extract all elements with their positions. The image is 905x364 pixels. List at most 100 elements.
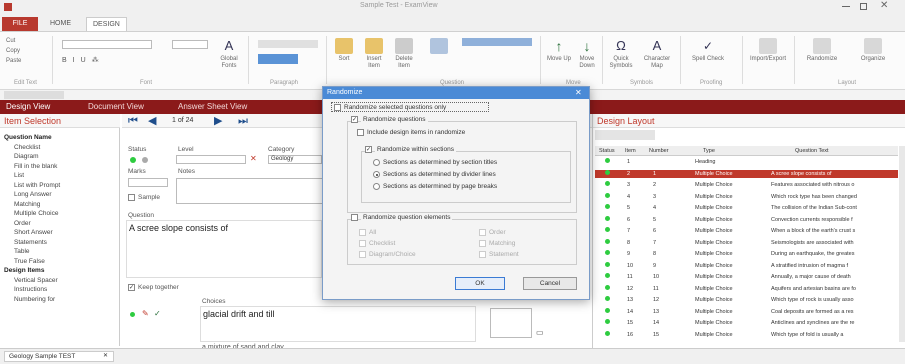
move-down-button[interactable]: ↓ Move Down — [574, 38, 600, 70]
next-item-icon[interactable]: ▶ — [214, 114, 222, 128]
marks-input[interactable] — [128, 178, 168, 187]
choice-options-icon[interactable]: ▭ — [536, 328, 544, 337]
font-size-select[interactable] — [172, 40, 208, 49]
radio-page-breaks[interactable] — [373, 183, 380, 190]
table-row[interactable]: 2 1 Multiple Choice A scree slope consists … — [595, 169, 898, 178]
last-item-icon[interactable]: ⏭ — [238, 114, 248, 128]
tree-item[interactable]: Table — [14, 248, 30, 255]
radio-section-titles[interactable] — [373, 159, 380, 166]
element-all-checkbox[interactable] — [359, 229, 366, 236]
tab-design[interactable]: DESIGN — [86, 17, 127, 31]
element-statement-checkbox[interactable] — [479, 251, 486, 258]
previous-item-icon[interactable]: ◀ — [148, 114, 156, 128]
selected-only-option[interactable]: Randomize selected questions only — [331, 102, 489, 112]
organize-button[interactable]: Organize — [850, 38, 896, 63]
paragraph-controls[interactable] — [258, 40, 318, 48]
insert-item-button[interactable]: Insert Item — [362, 38, 386, 70]
close-icon[interactable]: ✕ — [880, 0, 888, 11]
randomize-within-checkbox[interactable]: ✓ — [365, 146, 372, 153]
table-row[interactable]: 15 14 Multiple Choice Anticlines and syncli… — [595, 319, 898, 327]
tree-item[interactable]: Statements — [14, 239, 47, 246]
character-map-button[interactable]: A Character Map — [640, 38, 674, 70]
randomize-button[interactable]: Randomize — [800, 38, 844, 63]
sample-checkbox[interactable] — [128, 194, 135, 201]
spell-check-button[interactable]: ✓ Spell Check — [688, 38, 728, 63]
col-status[interactable]: Status — [599, 146, 615, 156]
new-item-button[interactable] — [462, 38, 532, 46]
choice-correct-indicator[interactable] — [130, 312, 135, 317]
table-row[interactable]: 8 7 Multiple Choice Seismologists are assoc… — [595, 238, 898, 247]
tree-item[interactable]: Matching — [14, 201, 40, 208]
tree-item[interactable]: Fill in the blank — [14, 163, 57, 170]
ok-button[interactable]: OK — [455, 277, 505, 290]
table-row[interactable]: 16 15 Multiple Choice Which type of fold is… — [595, 330, 898, 339]
table-row[interactable]: 9 8 Multiple Choice During an earthquake, t… — [595, 250, 898, 258]
tree-item[interactable]: List — [14, 172, 24, 179]
tab-file[interactable]: FILE — [2, 17, 38, 31]
table-row[interactable]: 10 9 Multiple Choice A stratified intrusion… — [595, 261, 898, 270]
choice-feedback-box[interactable] — [490, 308, 532, 338]
first-item-icon[interactable]: ⏮ — [128, 114, 138, 128]
table-row[interactable]: 7 6 Multiple Choice When a block of the ear… — [595, 227, 898, 235]
element-matching-checkbox[interactable] — [479, 240, 486, 247]
randomize-elements-checkbox[interactable] — [351, 214, 358, 221]
document-tab[interactable]: Geology Sample TEST ✕ — [4, 351, 114, 362]
dialog-close-icon[interactable]: ✕ — [575, 87, 582, 99]
tree-item[interactable]: Order — [14, 220, 31, 227]
cancel-button[interactable]: Cancel — [523, 277, 577, 290]
table-row[interactable]: 13 12 Multiple Choice Which type of rock is… — [595, 296, 898, 304]
tree-item[interactable]: List with Prompt — [14, 182, 60, 189]
keep-together-checkbox[interactable]: ✓ — [128, 284, 135, 291]
table-row[interactable]: 12 11 Multiple Choice Aquifers and artesian… — [595, 284, 898, 293]
copy-button[interactable]: Copy — [6, 48, 36, 55]
tab-document-view[interactable]: Document View — [88, 101, 144, 113]
minimize-icon[interactable] — [842, 6, 850, 7]
tree-group[interactable]: Question Name — [4, 134, 52, 141]
element-checklist-checkbox[interactable] — [359, 240, 366, 247]
table-row[interactable]: 11 10 Multiple Choice Annually, a major cau… — [595, 273, 898, 281]
element-diagram-checkbox[interactable] — [359, 251, 366, 258]
sort-button[interactable]: Sort — [332, 38, 356, 63]
choice-edit-icon[interactable]: ✎ — [142, 309, 149, 318]
import-export-button[interactable]: Import/Export — [748, 38, 788, 63]
tree-item[interactable]: Checklist — [14, 144, 40, 151]
selected-only-checkbox[interactable] — [334, 104, 341, 111]
randomize-questions-checkbox[interactable]: ✓ — [351, 116, 358, 123]
layout-toolbar[interactable] — [595, 130, 655, 140]
table-row[interactable]: 6 5 Multiple Choice Convection currents res… — [595, 215, 898, 224]
paste-button[interactable]: Paste — [6, 58, 36, 65]
move-up-button[interactable]: ↑ Move Up — [546, 38, 572, 63]
table-row[interactable]: 1 Heading — [595, 158, 898, 166]
radio-divider-lines[interactable] — [373, 171, 380, 178]
tree-item[interactable]: Vertical Spacer — [14, 277, 58, 284]
document-tab-close-icon[interactable]: ✕ — [103, 352, 108, 361]
table-row[interactable]: 14 13 Multiple Choice Coal deposits are for… — [595, 307, 898, 316]
font-family-select[interactable] — [62, 40, 152, 49]
col-type[interactable]: Type — [703, 146, 715, 156]
tree-item[interactable]: Numbering for — [14, 296, 55, 303]
question-button[interactable] — [424, 38, 454, 56]
quick-symbols-button[interactable]: Ω Quick Symbols — [606, 38, 636, 70]
layout-scrollbar[interactable] — [899, 146, 905, 342]
table-row[interactable]: 5 4 Multiple Choice The collision of the In… — [595, 204, 898, 212]
element-order-checkbox[interactable] — [479, 229, 486, 236]
tree-group[interactable]: Design Items — [4, 267, 44, 274]
col-question-text[interactable]: Question Text — [795, 146, 829, 156]
font-format-buttons[interactable]: BIU⁂ — [62, 56, 105, 64]
notes-input[interactable] — [176, 178, 326, 204]
tab-answer-sheet-view[interactable]: Answer Sheet View — [178, 101, 247, 113]
col-number[interactable]: Number — [649, 146, 669, 156]
tab-design-view[interactable]: Design View — [6, 101, 50, 113]
tree-item[interactable]: Instructions — [14, 286, 47, 293]
tree-item[interactable]: Diagram — [14, 153, 39, 160]
tree-item[interactable]: Long Answer — [14, 191, 52, 198]
delete-item-button[interactable]: Delete Item — [392, 38, 416, 70]
clear-level-icon[interactable]: ✕ — [250, 154, 257, 163]
question-editor[interactable]: A scree slope consists of — [126, 220, 322, 278]
category-select[interactable]: Geology — [268, 155, 322, 164]
choice-check-icon[interactable]: ✓ — [154, 309, 161, 318]
maximize-icon[interactable] — [860, 3, 867, 10]
tree-item[interactable]: Multiple Choice — [14, 210, 58, 217]
level-select[interactable] — [176, 155, 246, 164]
table-row[interactable]: 3 2 Multiple Choice Features associated wit… — [595, 181, 898, 189]
